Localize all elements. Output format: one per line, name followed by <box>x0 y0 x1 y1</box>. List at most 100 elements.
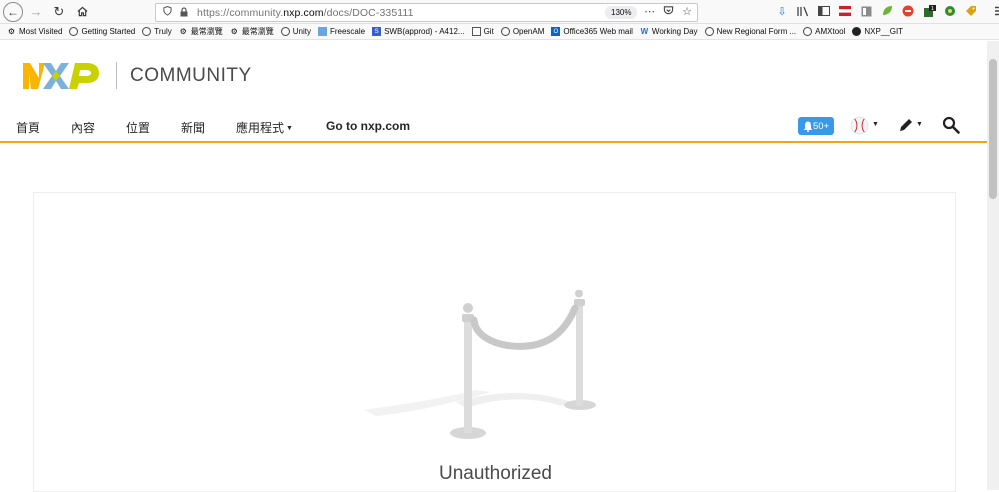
bookmark-label: New Regional Form ... <box>716 27 797 36</box>
caret-down-icon[interactable]: ▼ <box>916 121 923 128</box>
menu-icon[interactable] <box>993 4 999 18</box>
url-bar[interactable]: https://community.nxp.com/docs/DOC-33511… <box>155 3 698 22</box>
nav-content[interactable]: 內容 <box>71 119 95 136</box>
url-path: /docs/DOC-335111 <box>323 6 414 19</box>
bookmark-item[interactable]: ⚙ Most Visited <box>7 27 63 36</box>
bookmark-label: AMXtool <box>815 27 846 36</box>
bookmark-label: Git <box>483 27 494 36</box>
bookmark-star-icon[interactable]: ☆ <box>682 5 692 19</box>
nav-apps-label: 應用程式 <box>236 121 285 135</box>
shield-extension-icon[interactable] <box>901 4 915 18</box>
github-icon <box>852 27 862 36</box>
bookmark-label: Freescale <box>329 27 366 36</box>
url-domain: nxp.com <box>283 6 324 19</box>
nav-goto-nxp[interactable]: Go to nxp.com <box>326 119 410 133</box>
forward-icon[interactable]: → <box>26 2 46 22</box>
reader-extension-icon[interactable] <box>859 4 873 18</box>
bookmark-item[interactable]: O Office365 Web mail <box>551 27 633 36</box>
bookmark-label: Getting Started <box>81 27 136 36</box>
green-extension-icon[interactable] <box>943 4 957 18</box>
bookmark-label: 最常瀏覽 <box>190 27 223 36</box>
nav-places[interactable]: 位置 <box>126 119 150 136</box>
bookmark-item[interactable]: Getting Started <box>69 27 135 36</box>
outlook-icon: O <box>551 27 561 36</box>
globe-icon <box>142 27 152 36</box>
page-title: Unauthorized <box>438 463 553 484</box>
bookmark-item[interactable]: NXP__GIT <box>852 27 903 36</box>
reload-icon[interactable]: ↻ <box>49 2 69 22</box>
bookmark-item[interactable]: S SWB(approd) - A412... <box>372 27 465 36</box>
pocket-icon[interactable] <box>663 5 674 19</box>
bookmark-label: OpenAM <box>512 27 545 36</box>
bookmark-label: Working Day <box>651 27 698 36</box>
bookmark-item[interactable]: New Regional Form ... <box>704 27 797 36</box>
velvet-rope-icon <box>364 290 596 439</box>
gear-icon: ⚙ <box>230 27 238 36</box>
browser-toolbar: ← → ↻ https://community.nxp.com/docs/DOC… <box>0 0 999 24</box>
avatar[interactable] <box>850 116 869 135</box>
bookmark-item[interactable]: ⚙ 最常瀏覽 <box>230 26 274 37</box>
bookmark-label: Unity <box>292 27 311 36</box>
home-icon[interactable] <box>72 2 92 22</box>
back-icon[interactable]: ← <box>3 1 23 22</box>
bookmark-label: NXP__GIT <box>864 27 904 36</box>
bookmark-label: Most Visited <box>19 27 63 36</box>
pencil-icon[interactable] <box>898 117 914 133</box>
folder-icon <box>317 27 327 36</box>
workday-icon: W <box>640 27 649 36</box>
header-divider <box>116 62 117 89</box>
globe-icon <box>500 27 510 36</box>
lock-icon[interactable] <box>180 6 192 19</box>
bookmark-label: 最常瀏覽 <box>241 27 274 36</box>
globe-icon <box>280 27 290 36</box>
library-icon[interactable] <box>796 4 810 18</box>
bookmark-item[interactable]: W Working Day <box>640 27 698 36</box>
caret-down-icon[interactable]: ▼ <box>872 121 879 128</box>
globe-icon <box>803 27 813 36</box>
bookmark-label: Office365 Web mail <box>563 27 633 36</box>
nxp-logo[interactable] <box>23 60 100 92</box>
bookmark-item[interactable]: Git <box>471 27 494 36</box>
nav-news[interactable]: 新聞 <box>181 119 205 136</box>
caret-down-icon: ▼ <box>286 125 293 132</box>
bookmark-label: SWB(approd) - A412... <box>384 27 465 36</box>
scrollbar-thumb[interactable] <box>989 59 997 199</box>
download-icon[interactable]: ⇩ <box>775 4 789 18</box>
gear-icon: ⚙ <box>7 27 16 36</box>
bookmark-item[interactable]: Truly <box>142 27 172 36</box>
bookmark-item[interactable]: Unity <box>280 27 311 36</box>
page: COMMUNITY 首頁 內容 位置 新聞 應用程式 ▼ Go to nxp.co… <box>0 41 987 492</box>
nav-apps[interactable]: 應用程式 ▼ <box>236 119 293 136</box>
bookmark-item[interactable]: Freescale <box>317 27 366 36</box>
shield-icon[interactable] <box>160 5 174 19</box>
zoom-badge[interactable]: 130% <box>605 6 638 19</box>
swb-icon: S <box>372 27 382 36</box>
tag-extension-icon[interactable] <box>964 4 978 18</box>
bookmark-item[interactable]: OpenAM <box>500 27 545 36</box>
scrollbar[interactable] <box>987 41 999 490</box>
community-title[interactable]: COMMUNITY <box>130 65 252 87</box>
unauthorized-card: Unauthorized <box>33 192 956 492</box>
globe-icon <box>69 27 79 36</box>
flag-extension-icon[interactable] <box>838 4 852 18</box>
bookmark-item[interactable]: AMXtool <box>803 27 845 36</box>
notifications-count: 50+ <box>812 120 830 132</box>
url-text[interactable]: https://community.nxp.com/docs/DOC-33511… <box>197 7 414 19</box>
more-actions-icon[interactable]: ⋯ <box>644 5 655 19</box>
bookmark-label: Truly <box>154 27 172 36</box>
nav-home[interactable]: 首頁 <box>16 119 40 136</box>
sidebar-icon[interactable] <box>817 4 831 18</box>
bookmarks-bar: ⚙ Most Visited Getting Started Truly ⚙ 最常瀏… <box>0 24 999 40</box>
notifications-button[interactable]: 50+ <box>798 117 834 135</box>
folder-icon <box>471 27 481 36</box>
gear-icon: ⚙ <box>179 27 187 36</box>
svg-text:1: 1 <box>930 6 933 12</box>
url-prefix: https://community. <box>197 6 284 19</box>
badge-extension-icon[interactable]: 1 <box>922 4 936 18</box>
main-nav: 首頁 內容 位置 新聞 應用程式 ▼ Go to nxp.com 50+ ▼ ▼ <box>0 113 987 143</box>
bookmark-item[interactable]: ⚙ 最常瀏覽 <box>179 26 223 37</box>
search-icon[interactable] <box>942 116 960 134</box>
globe-icon <box>704 27 714 36</box>
leaf-extension-icon[interactable] <box>880 4 894 18</box>
bell-icon <box>803 121 813 132</box>
